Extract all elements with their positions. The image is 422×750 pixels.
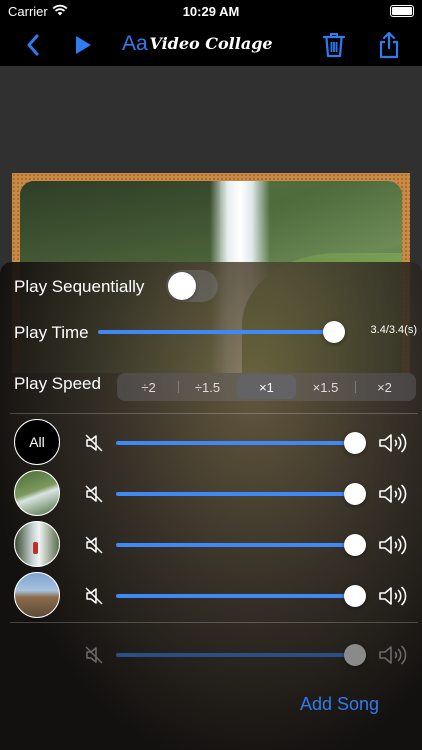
track-3-thumbnail[interactable]	[14, 572, 60, 618]
speed-option[interactable]: ×1	[237, 375, 296, 399]
divider	[10, 622, 418, 623]
play-sequentially-toggle[interactable]	[166, 270, 218, 302]
song-mute-icon[interactable]	[84, 645, 104, 665]
track-1-thumbnail[interactable]	[14, 470, 60, 516]
speed-option[interactable]: ÷1.5	[178, 375, 237, 399]
play-sequentially-label: Play Sequentially	[14, 277, 145, 296]
trash-icon[interactable]	[319, 30, 349, 60]
add-song-button[interactable]: Add Song	[300, 694, 379, 715]
share-icon[interactable]	[374, 30, 404, 60]
track-2-thumbnail[interactable]	[14, 521, 60, 567]
toggle-knob	[168, 272, 196, 300]
volume-icon[interactable]	[378, 483, 408, 505]
volume-icon[interactable]	[378, 585, 408, 607]
navigation-bar: Aa Video Collage	[0, 24, 422, 66]
song-volume-slider[interactable]	[116, 644, 366, 666]
volume-thumb[interactable]	[344, 585, 366, 607]
volume-icon[interactable]	[378, 534, 408, 556]
back-chevron-icon[interactable]	[18, 30, 48, 60]
all-label: All	[29, 434, 45, 450]
speed-option[interactable]: ÷2	[119, 375, 178, 399]
clock: 10:29 AM	[182, 4, 240, 19]
play-time-label: Play Time	[14, 323, 89, 342]
play-time-value: 3.4/3.4(s)	[370, 324, 417, 336]
volume-slider[interactable]	[116, 585, 366, 607]
font-button[interactable]: Aa	[122, 32, 148, 56]
play-time-slider[interactable]	[98, 321, 345, 343]
play-speed-segmented-control[interactable]: ÷2 ÷1.5 ×1 ×1.5 ×2	[117, 373, 416, 401]
volume-thumb[interactable]	[344, 534, 366, 556]
volume-icon[interactable]	[378, 432, 408, 454]
all-tracks-avatar[interactable]: All	[14, 419, 60, 465]
song-volume-icon[interactable]	[378, 644, 408, 666]
playback-panel: Play Sequentially Play Time 3.4/3.4(s) P…	[0, 262, 422, 750]
song-volume-thumb[interactable]	[344, 644, 366, 666]
divider	[10, 413, 418, 414]
page-title: Video Collage	[149, 34, 273, 53]
play-time-thumb[interactable]	[323, 321, 345, 343]
mute-icon[interactable]	[84, 586, 104, 606]
play-speed-label: Play Speed	[14, 374, 101, 393]
status-bar: Carrier 10:29 AM	[0, 0, 422, 24]
battery-icon	[390, 5, 414, 17]
volume-slider[interactable]	[116, 483, 366, 505]
mute-icon[interactable]	[84, 535, 104, 555]
speed-option[interactable]: ×2	[355, 375, 414, 399]
mute-icon[interactable]	[84, 433, 104, 453]
play-icon[interactable]	[68, 30, 98, 60]
volume-slider[interactable]	[116, 534, 366, 556]
volume-thumb[interactable]	[344, 432, 366, 454]
mute-icon[interactable]	[84, 484, 104, 504]
volume-thumb[interactable]	[344, 483, 366, 505]
speed-option[interactable]: ×1.5	[296, 375, 355, 399]
volume-slider[interactable]	[116, 432, 366, 454]
